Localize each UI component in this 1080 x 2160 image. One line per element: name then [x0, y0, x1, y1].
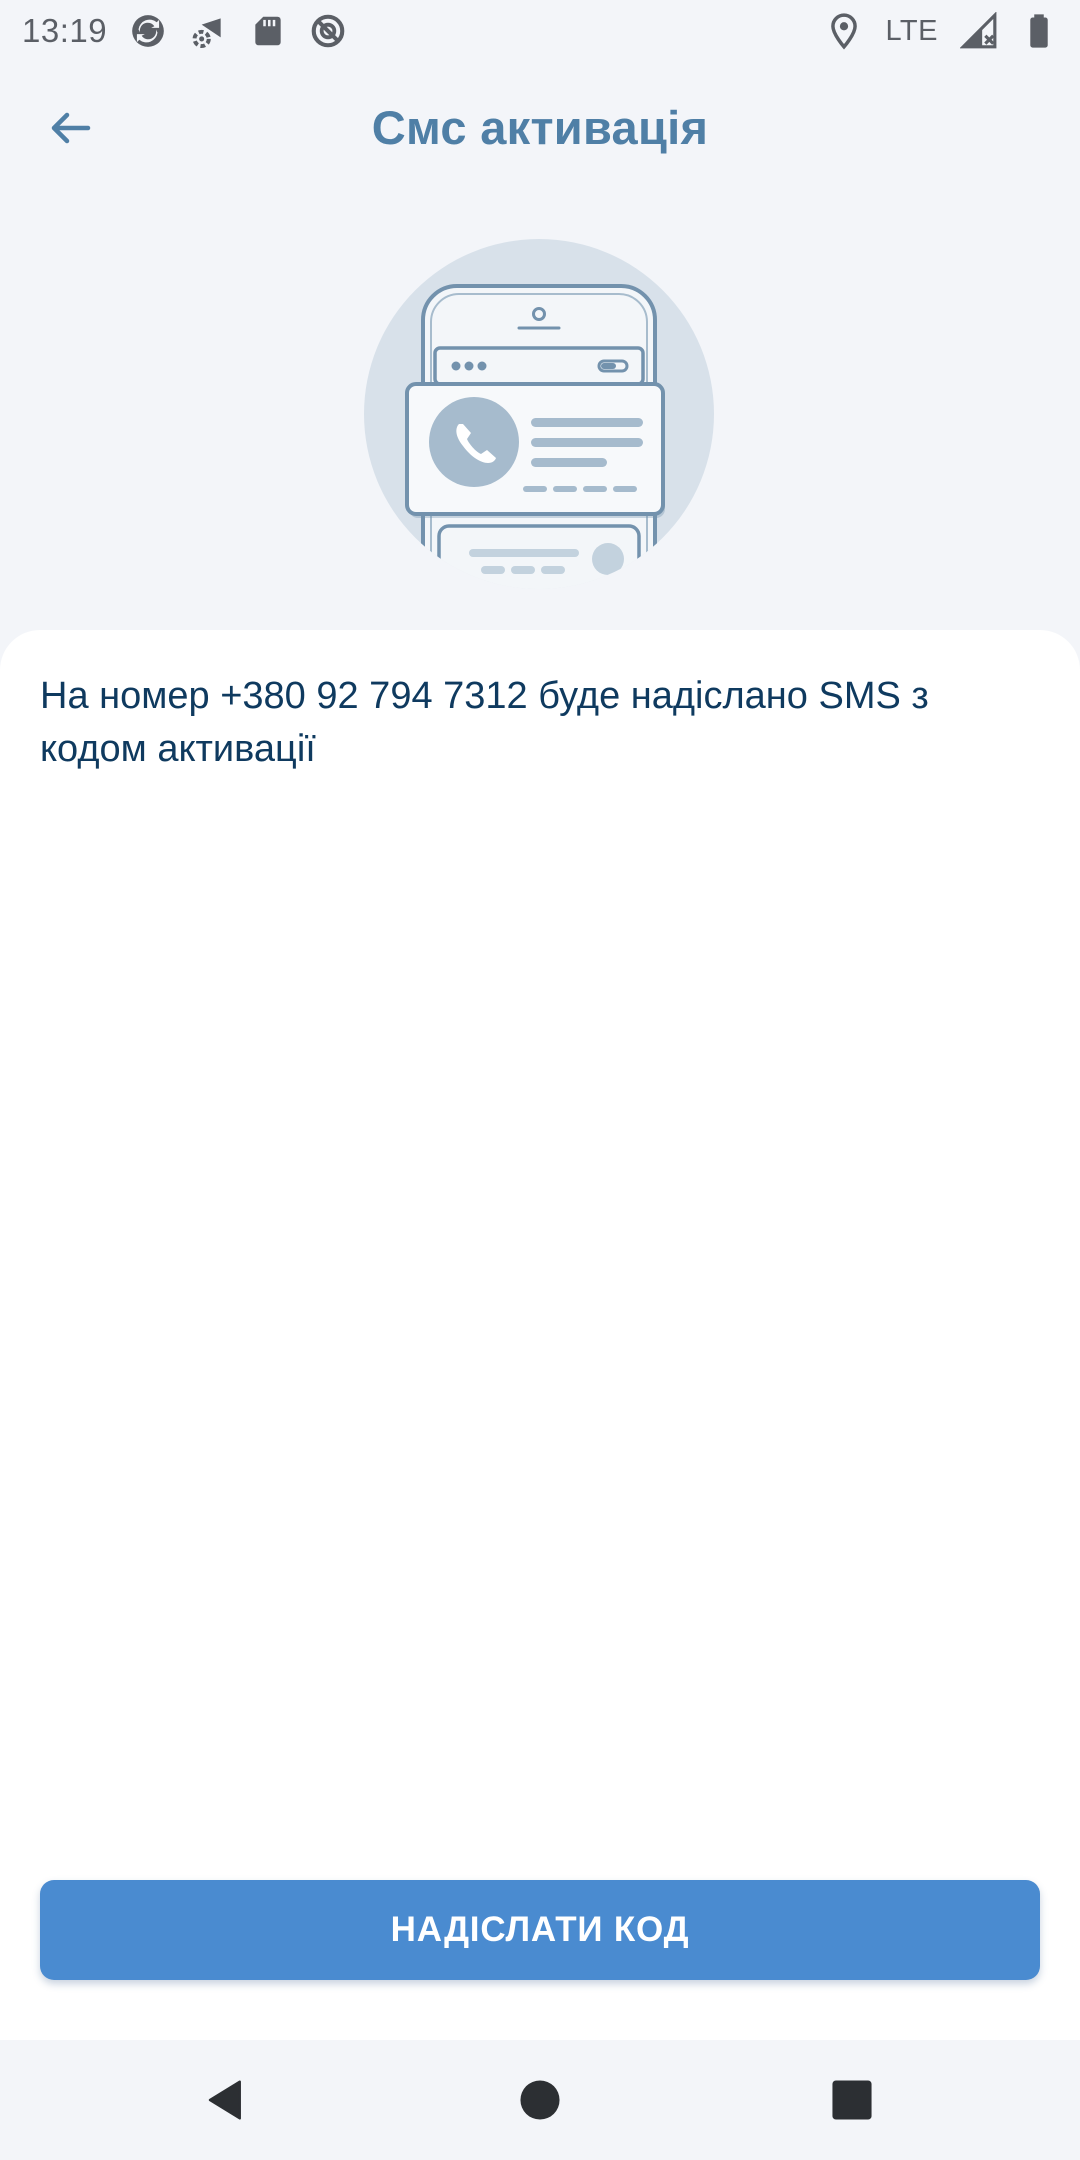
- sync-icon: [129, 12, 167, 50]
- network-type-label: LTE: [885, 14, 938, 47]
- status-time: 13:19: [22, 12, 108, 49]
- status-bar-right: LTE: [825, 12, 1058, 50]
- nav-home-icon: [520, 2080, 560, 2120]
- nav-back-icon: [208, 2080, 241, 2120]
- sms-info-message: На номер +380 92 794 7312 буде надіслано…: [40, 675, 929, 770]
- signal-icon: [960, 12, 998, 50]
- sd-card-icon: [249, 12, 287, 50]
- nav-recents-button[interactable]: [812, 2060, 892, 2140]
- status-bar: 13:19 LTE: [0, 0, 1080, 62]
- nav-back-button[interactable]: [186, 2060, 266, 2140]
- screen: 13:19 LTE Смс активація На номер +380 92…: [0, 0, 1080, 2160]
- page-title: Смс активація: [371, 101, 709, 154]
- send-code-button-label: НАДІСЛАТИ КОД: [390, 1910, 690, 1949]
- nav-recents-icon: [832, 2080, 872, 2120]
- send-code-button[interactable]: НАДІСЛАТИ КОД: [40, 1880, 1040, 1980]
- no-sync-icon: [309, 12, 347, 50]
- location-icon: [825, 12, 863, 50]
- settings-wifi-icon: [189, 12, 227, 50]
- battery-icon: [1020, 12, 1058, 50]
- phone-contact-card-illustration: [363, 238, 715, 590]
- nav-home-button[interactable]: [500, 2060, 580, 2140]
- status-bar-left: 13:19: [22, 12, 347, 50]
- system-nav-bar: [0, 2040, 1080, 2160]
- app-header: Смс активація: [0, 62, 1080, 202]
- content-card: На номер +380 92 794 7312 буде надіслано…: [0, 630, 1080, 2040]
